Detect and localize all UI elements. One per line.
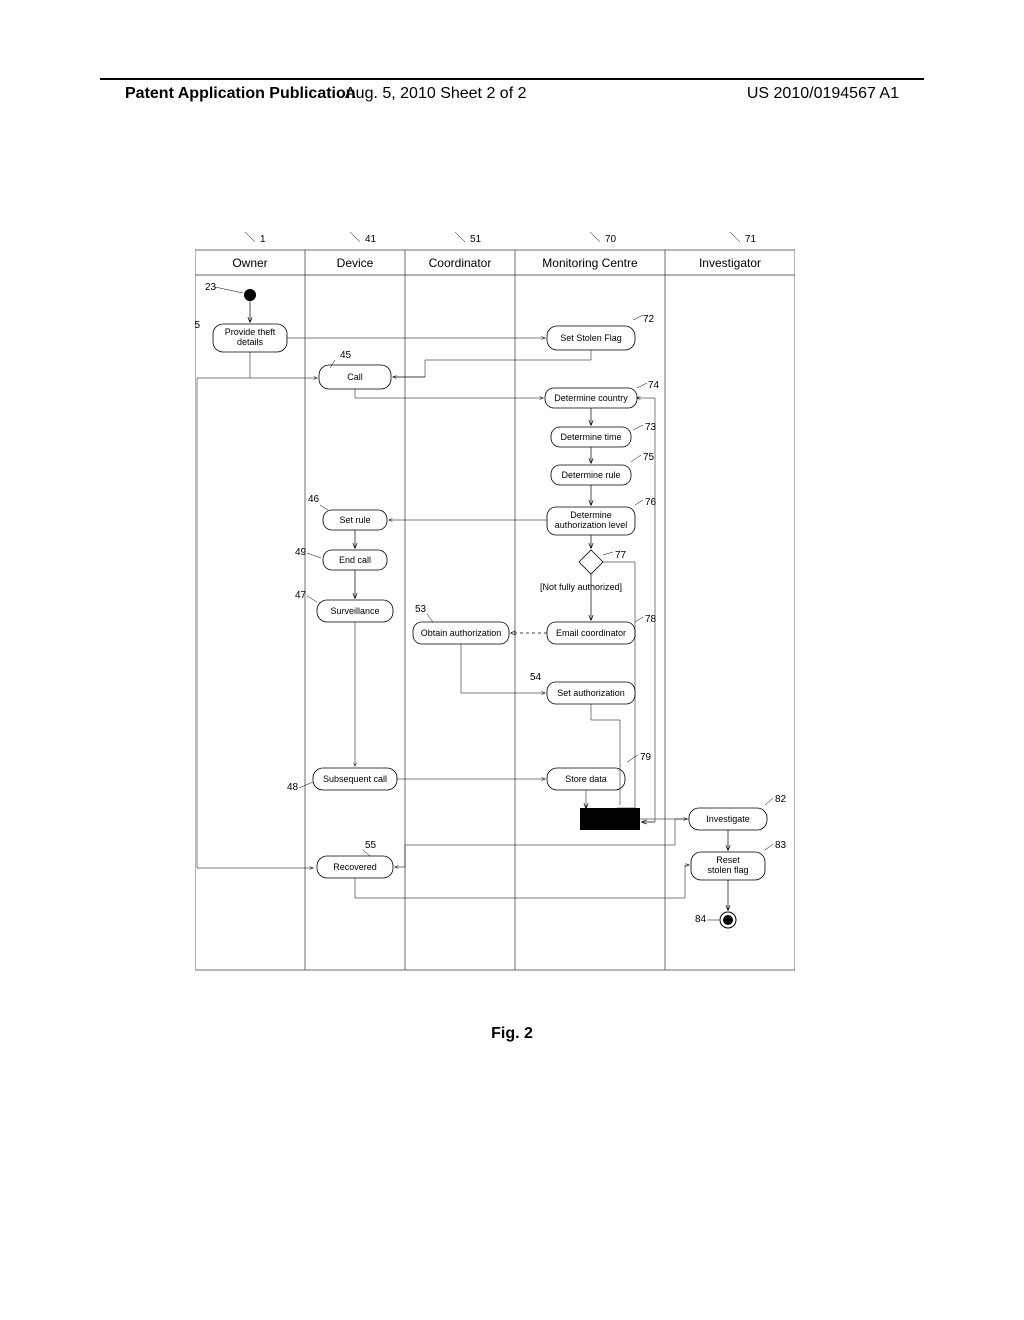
sync-bar bbox=[580, 808, 640, 830]
ref-84: 84 bbox=[695, 914, 707, 925]
header-rule bbox=[100, 78, 924, 80]
ref-55: 55 bbox=[365, 840, 377, 851]
lane-device-label: Device bbox=[337, 256, 374, 270]
svg-text:Store data: Store data bbox=[565, 774, 607, 784]
ref-83: 83 bbox=[775, 840, 787, 851]
lane-border bbox=[195, 250, 795, 970]
ref-45: 45 bbox=[340, 350, 352, 361]
svg-text:Set Stolen Flag: Set Stolen Flag bbox=[560, 333, 622, 343]
not-fully-auth-label: [Not fully authorized] bbox=[540, 582, 622, 592]
date-sheet: Aug. 5, 2010 Sheet 2 of 2 bbox=[345, 85, 526, 103]
ref-54: 54 bbox=[530, 672, 542, 683]
lane-investigator-label: Investigator bbox=[699, 256, 761, 270]
svg-text:Subsequent call: Subsequent call bbox=[323, 774, 387, 784]
svg-text:Reset: Reset bbox=[716, 855, 740, 865]
end-circle-inner bbox=[723, 915, 733, 925]
publication-number: US 2010/0194567 A1 bbox=[747, 85, 899, 103]
svg-text:Email coordinator: Email coordinator bbox=[556, 628, 626, 638]
svg-text:Set rule: Set rule bbox=[339, 515, 370, 525]
svg-text:Determine country: Determine country bbox=[554, 393, 628, 403]
svg-text:Investigate: Investigate bbox=[706, 814, 750, 824]
decision-77 bbox=[579, 550, 603, 574]
swimlane-diagram: Owner Device Coordinator Monitoring Cent… bbox=[195, 230, 795, 980]
svg-text:authorization level: authorization level bbox=[555, 520, 628, 530]
ref-72: 72 bbox=[643, 314, 655, 325]
ref-25: 25 bbox=[195, 320, 201, 331]
ref-75: 75 bbox=[643, 452, 655, 463]
svg-text:Recovered: Recovered bbox=[333, 862, 377, 872]
diagram-svg: Owner Device Coordinator Monitoring Cent… bbox=[195, 230, 795, 980]
ref-82: 82 bbox=[775, 794, 787, 805]
ref-74: 74 bbox=[648, 380, 660, 391]
lane-owner-label: Owner bbox=[232, 256, 267, 270]
ref-73: 73 bbox=[645, 422, 657, 433]
svg-text:Surveillance: Surveillance bbox=[330, 606, 379, 616]
ref-76: 76 bbox=[645, 497, 657, 508]
svg-text:Determine: Determine bbox=[570, 510, 612, 520]
ref-41: 41 bbox=[365, 234, 377, 245]
svg-text:Obtain authorization: Obtain authorization bbox=[421, 628, 502, 638]
patent-page: Patent Application Publication Aug. 5, 2… bbox=[0, 0, 1024, 1320]
ref-51: 51 bbox=[470, 234, 482, 245]
svg-text:Provide theft: Provide theft bbox=[225, 327, 276, 337]
lane-coordinator-label: Coordinator bbox=[429, 256, 492, 270]
svg-text:stolen flag: stolen flag bbox=[707, 865, 748, 875]
ref-49: 49 bbox=[295, 547, 307, 558]
ref-53: 53 bbox=[415, 604, 427, 615]
ref-23: 23 bbox=[205, 282, 217, 293]
publication-label: Patent Application Publication bbox=[125, 85, 356, 103]
svg-text:Set authorization: Set authorization bbox=[557, 688, 625, 698]
ref-79: 79 bbox=[640, 752, 652, 763]
ref-1: 1 bbox=[260, 234, 266, 245]
start-circle bbox=[244, 289, 256, 301]
svg-text:Call: Call bbox=[347, 372, 363, 382]
figure-caption: Fig. 2 bbox=[0, 1025, 1024, 1043]
svg-text:Determine rule: Determine rule bbox=[561, 470, 620, 480]
ref-70: 70 bbox=[605, 234, 617, 245]
ref-71: 71 bbox=[745, 234, 757, 245]
svg-text:End call: End call bbox=[339, 555, 371, 565]
ref-77: 77 bbox=[615, 550, 627, 561]
svg-text:details: details bbox=[237, 337, 264, 347]
ref-47: 47 bbox=[295, 590, 307, 601]
ref-46: 46 bbox=[308, 494, 320, 505]
ref-48: 48 bbox=[287, 782, 299, 793]
ref-78: 78 bbox=[645, 614, 657, 625]
svg-text:Determine time: Determine time bbox=[560, 432, 621, 442]
lane-monitoring-label: Monitoring Centre bbox=[542, 256, 638, 270]
